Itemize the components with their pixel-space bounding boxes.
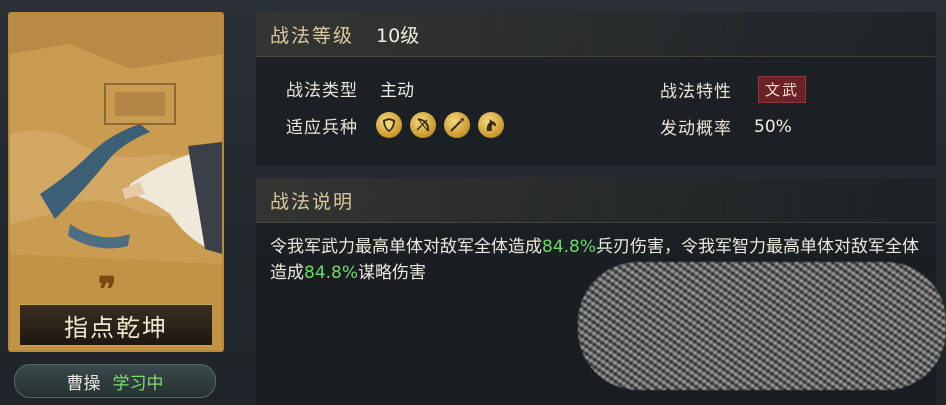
description-header: 战法说明	[256, 178, 936, 223]
skill-trait-tag: 文武	[758, 76, 807, 103]
learner-status: 学习中	[112, 373, 164, 394]
skill-art	[10, 14, 222, 350]
level-label: 战法等级	[270, 24, 355, 47]
desc-part3: 谋略伤害	[358, 263, 427, 283]
desc-pct2: 84.8%	[304, 263, 359, 283]
skill-info-panel: 战法等级 10级 战法类型 主动 战法特性 文武 适应兵种 发动概率 50%	[256, 12, 936, 166]
obscured-watermark-area	[578, 262, 946, 390]
spear-icon[interactable]	[444, 112, 470, 138]
skill-card[interactable]: ❞ 指点乾坤	[8, 12, 224, 352]
trigger-chance-label: 发动概率	[660, 119, 732, 139]
skill-type-value: 主动	[380, 81, 414, 101]
troop-types-label: 适应兵种	[286, 117, 358, 138]
troop-types-row: 适应兵种	[286, 112, 504, 138]
skill-name-bar: 指点乾坤	[20, 304, 212, 346]
description-label: 战法说明	[270, 190, 355, 213]
horse-icon[interactable]	[478, 112, 504, 138]
learner-button[interactable]: 曹操 学习中	[14, 364, 216, 398]
skill-trait-label: 战法特性	[660, 82, 732, 102]
trigger-chance-value: 50%	[754, 116, 792, 137]
skill-type-label: 战法类型	[286, 81, 358, 101]
skill-trait-row: 战法特性 文武	[660, 76, 807, 103]
skill-name: 指点乾坤	[64, 313, 168, 342]
level-header: 战法等级 10级	[256, 12, 936, 57]
shield-icon[interactable]	[376, 112, 402, 138]
trigger-chance-row: 发动概率 50%	[660, 114, 792, 140]
troop-icons	[376, 112, 504, 138]
level-value: 10级	[376, 24, 420, 47]
desc-pct1: 84.8%	[542, 237, 597, 257]
skill-type-row: 战法类型 主动	[286, 76, 414, 101]
desc-part1: 令我军武力最高单体对敌军全体造成	[270, 237, 542, 257]
bow-icon[interactable]	[410, 112, 436, 138]
learner-name: 曹操	[66, 373, 101, 394]
